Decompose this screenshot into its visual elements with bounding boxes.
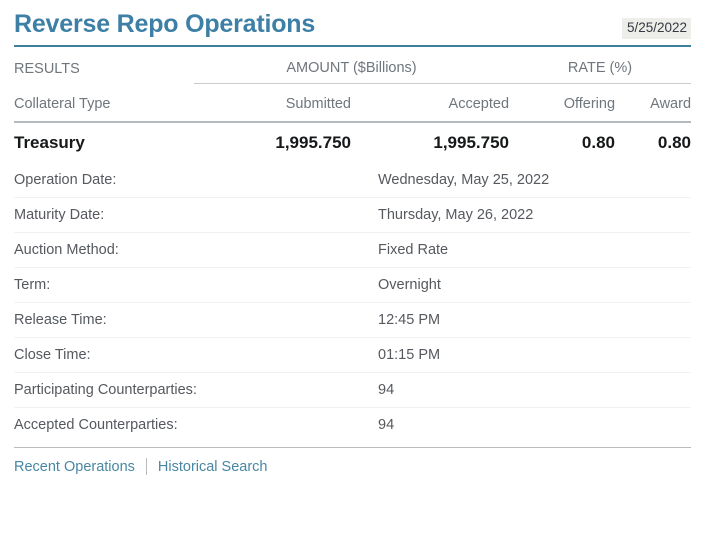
detail-label: Auction Method: xyxy=(14,233,378,268)
cell-offering: 0.80 xyxy=(509,122,615,163)
detail-label: Release Time: xyxy=(14,303,378,338)
page-title: Reverse Repo Operations xyxy=(14,12,315,45)
detail-value: Wednesday, May 25, 2022 xyxy=(378,163,691,198)
cell-award: 0.80 xyxy=(615,122,691,163)
column-header-award: Award xyxy=(615,84,691,123)
detail-label: Participating Counterparties: xyxy=(14,373,378,408)
detail-value: Overnight xyxy=(378,268,691,303)
cell-accepted: 1,995.750 xyxy=(351,122,509,163)
results-table: RESULTS AMOUNT ($Billions) RATE (%) Coll… xyxy=(14,47,691,163)
footer-divider xyxy=(146,458,147,475)
reverse-repo-operations-page: Reverse Repo Operations 5/25/2022 RESULT… xyxy=(0,0,705,540)
group-header-amount: AMOUNT ($Billions) xyxy=(194,47,509,84)
footer-links: Recent Operations Historical Search xyxy=(14,447,691,475)
operation-details-list: Operation Date: Wednesday, May 25, 2022 … xyxy=(14,163,691,442)
list-item: Release Time: 12:45 PM xyxy=(14,303,691,338)
column-header-submitted: Submitted xyxy=(194,84,351,123)
detail-value: 01:15 PM xyxy=(378,338,691,373)
detail-value: 94 xyxy=(378,408,691,443)
historical-search-link[interactable]: Historical Search xyxy=(158,459,268,475)
detail-value: Fixed Rate xyxy=(378,233,691,268)
page-header: Reverse Repo Operations 5/25/2022 xyxy=(14,0,691,47)
list-item: Maturity Date: Thursday, May 26, 2022 xyxy=(14,198,691,233)
column-header-collateral-type: Collateral Type xyxy=(14,84,194,123)
detail-label: Term: xyxy=(14,268,378,303)
list-item: Auction Method: Fixed Rate xyxy=(14,233,691,268)
group-header-row: RESULTS AMOUNT ($Billions) RATE (%) xyxy=(14,47,691,84)
detail-value: Thursday, May 26, 2022 xyxy=(378,198,691,233)
cell-submitted: 1,995.750 xyxy=(194,122,351,163)
detail-value: 12:45 PM xyxy=(378,303,691,338)
column-header-offering: Offering xyxy=(509,84,615,123)
list-item: Operation Date: Wednesday, May 25, 2022 xyxy=(14,163,691,198)
list-item: Close Time: 01:15 PM xyxy=(14,338,691,373)
recent-operations-link[interactable]: Recent Operations xyxy=(14,459,135,475)
group-header-results: RESULTS xyxy=(14,47,194,84)
detail-label: Operation Date: xyxy=(14,163,378,198)
detail-label: Maturity Date: xyxy=(14,198,378,233)
group-header-rate: RATE (%) xyxy=(509,47,691,84)
list-item: Participating Counterparties: 94 xyxy=(14,373,691,408)
column-header-accepted: Accepted xyxy=(351,84,509,123)
list-item: Term: Overnight xyxy=(14,268,691,303)
detail-value: 94 xyxy=(378,373,691,408)
column-header-row: Collateral Type Submitted Accepted Offer… xyxy=(14,84,691,123)
detail-label: Close Time: xyxy=(14,338,378,373)
operation-date-badge: 5/25/2022 xyxy=(622,18,691,39)
detail-label: Accepted Counterparties: xyxy=(14,408,378,443)
table-row: Treasury 1,995.750 1,995.750 0.80 0.80 xyxy=(14,122,691,163)
cell-collateral-type: Treasury xyxy=(14,122,194,163)
list-item: Accepted Counterparties: 94 xyxy=(14,408,691,443)
